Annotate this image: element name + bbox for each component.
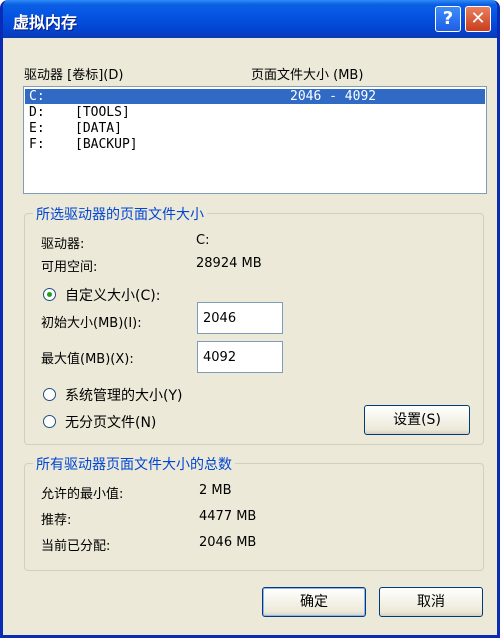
custom-size-label[interactable]: 自定义大小(C): bbox=[65, 285, 160, 305]
drive-row-e[interactable]: E: [DATA] bbox=[25, 121, 485, 136]
current-allocated-value: 2046 MB bbox=[199, 535, 257, 550]
drive-letter: F: bbox=[29, 137, 45, 152]
drive-letter: D: bbox=[29, 105, 45, 120]
help-button[interactable]: ? bbox=[435, 6, 461, 32]
min-allowed-label: 允许的最小值: bbox=[41, 487, 124, 502]
virtual-memory-dialog: 虚拟内存 ? ✕ 驱动器 [卷标](D) 页面文件大小 (MB) C: 2046… bbox=[0, 0, 500, 638]
set-button[interactable]: 设置(S) bbox=[364, 405, 470, 435]
initial-size-input[interactable] bbox=[197, 302, 283, 334]
drive-volume-label: [DATA] bbox=[75, 121, 122, 136]
close-button[interactable]: ✕ bbox=[465, 6, 491, 32]
total-group-title: 所有驱动器页面文件大小的总数 bbox=[33, 454, 235, 474]
drive-volume-label: [TOOLS] bbox=[75, 105, 130, 120]
recommended-label: 推荐: bbox=[41, 513, 72, 528]
selected-drive-group-title: 所选驱动器的页面文件大小 bbox=[33, 204, 207, 224]
initial-size-label: 初始大小(MB)(I): bbox=[41, 316, 142, 331]
window-title: 虚拟内存 bbox=[13, 13, 78, 32]
drive-page-size: 2046 - 4092 bbox=[290, 89, 377, 104]
free-space-label: 可用空间: bbox=[41, 260, 98, 275]
drive-letter: C: bbox=[29, 89, 45, 104]
system-managed-radio[interactable] bbox=[43, 388, 56, 401]
free-space-value: 28924 MB bbox=[196, 256, 262, 271]
close-icon: ✕ bbox=[470, 8, 486, 29]
title-bar[interactable]: 虚拟内存 ? ✕ bbox=[3, 0, 497, 38]
question-mark-icon: ? bbox=[442, 8, 454, 29]
min-allowed-value: 2 MB bbox=[199, 483, 232, 498]
max-size-input[interactable] bbox=[197, 341, 283, 373]
drive-letter: E: bbox=[29, 121, 45, 136]
size-column-header: 页面文件大小 (MB) bbox=[251, 68, 364, 83]
custom-size-radio[interactable] bbox=[43, 288, 56, 301]
drive-column-header: 驱动器 [卷标](D) bbox=[24, 68, 124, 83]
drive-volume-label: [BACKUP] bbox=[75, 137, 138, 152]
cancel-button[interactable]: 取消 bbox=[379, 587, 483, 617]
max-size-label: 最大值(MB)(X): bbox=[41, 352, 134, 367]
drive-row-d[interactable]: D: [TOOLS] bbox=[25, 105, 485, 120]
current-allocated-label: 当前已分配: bbox=[41, 539, 111, 554]
no-paging-file-label[interactable]: 无分页文件(N) bbox=[65, 412, 156, 432]
drive-label: 驱动器: bbox=[41, 237, 85, 252]
system-managed-label[interactable]: 系统管理的大小(Y) bbox=[65, 385, 182, 405]
no-paging-file-radio[interactable] bbox=[43, 415, 56, 428]
drive-row-c[interactable]: C: 2046 - 4092 bbox=[25, 89, 485, 104]
drive-list[interactable]: C: 2046 - 4092 D: [TOOLS] E: [DATA] F: [… bbox=[23, 86, 487, 194]
drive-value: C: bbox=[196, 233, 210, 248]
drive-row-f[interactable]: F: [BACKUP] bbox=[25, 137, 485, 152]
ok-button[interactable]: 确定 bbox=[262, 587, 366, 617]
recommended-value: 4477 MB bbox=[199, 509, 257, 524]
